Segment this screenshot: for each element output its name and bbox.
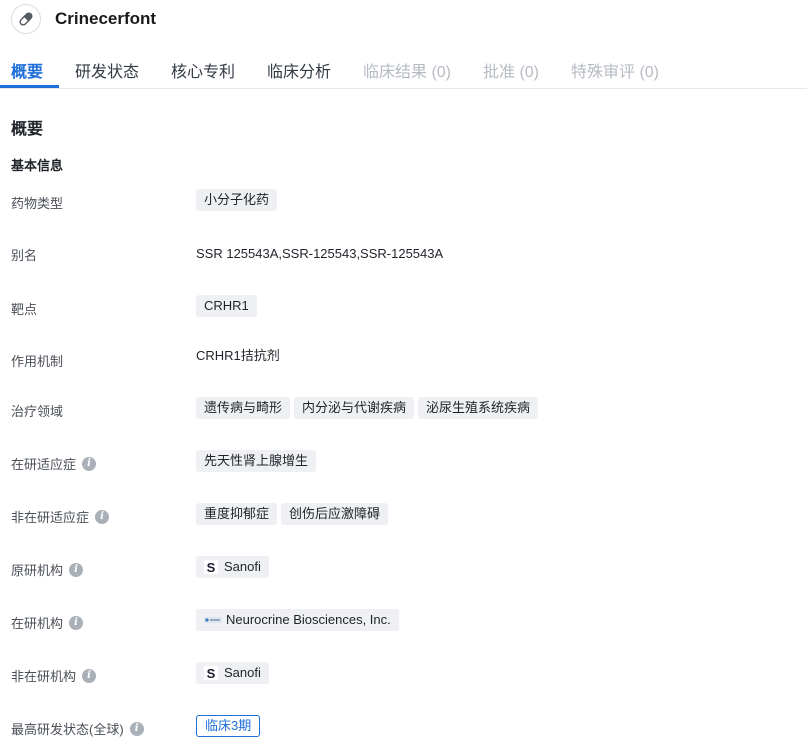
drug-header: Crinecerfont	[0, 0, 807, 40]
field-label: 原研机构 i	[11, 560, 84, 579]
row-target: 靶点 CRHR1	[0, 295, 807, 321]
field-label: 非在研适应症 i	[11, 507, 110, 526]
info-icon[interactable]: i	[129, 721, 144, 736]
field-label-text: 在研机构	[11, 616, 64, 631]
row-active-org: 在研机构 i Neurocrine Biosciences, Inc.	[0, 609, 807, 635]
tag-drug-type[interactable]: 小分子化药	[196, 189, 278, 211]
tag-indication[interactable]: 先天性肾上腺增生	[196, 450, 317, 472]
tag-therapeutic-area[interactable]: 泌尿生殖系统疾病	[418, 397, 539, 419]
sanofi-logo-icon: S	[204, 666, 218, 680]
tag-indication[interactable]: 创伤后应激障碍	[281, 503, 389, 525]
phase-badge[interactable]: 临床3期	[196, 715, 261, 737]
row-active-indications: 在研适应症 i 先天性肾上腺增生	[0, 450, 807, 476]
field-label: 在研适应症 i	[11, 454, 97, 473]
org-name: Sanofi	[224, 559, 261, 574]
field-label: 别名	[11, 248, 38, 263]
tab-core-patents[interactable]: 核心专利	[171, 58, 235, 82]
svg-text:S: S	[207, 666, 216, 680]
active-tab-indicator	[0, 85, 59, 88]
tab-development-status[interactable]: 研发状态	[75, 58, 139, 82]
section-title: 概要	[11, 121, 44, 138]
field-label: 在研机构 i	[11, 613, 84, 632]
field-label: 非在研机构 i	[11, 666, 97, 685]
row-aliases: 别名 SSR 125543A,SSR-125543,SSR-125543A	[0, 243, 807, 269]
svg-text:S: S	[207, 560, 216, 574]
field-label: 药物类型	[11, 196, 64, 211]
mechanism-value: CRHR1拮抗剂	[196, 348, 280, 363]
tab-overview[interactable]: 概要	[11, 58, 43, 82]
row-inactive-org: 非在研机构 i S Sanofi	[0, 662, 807, 688]
row-mechanism: 作用机制 CRHR1拮抗剂	[0, 345, 807, 371]
aliases-value: SSR 125543A,SSR-125543,SSR-125543A	[196, 246, 444, 261]
sanofi-logo-icon: S	[204, 560, 218, 574]
subsection-title: 基本信息	[11, 158, 64, 173]
info-icon[interactable]: i	[95, 509, 110, 524]
info-icon[interactable]: i	[69, 562, 84, 577]
tag-indication[interactable]: 重度抑郁症	[196, 503, 278, 525]
org-tag[interactable]: S Sanofi	[196, 556, 269, 578]
tab-clinical-results[interactable]: 临床结果 (0)	[363, 58, 451, 82]
row-highest-phase: 最高研发状态(全球) i 临床3期	[0, 715, 807, 741]
tag-therapeutic-area[interactable]: 内分泌与代谢疾病	[294, 397, 415, 419]
row-originator: 原研机构 i S Sanofi	[0, 556, 807, 582]
tab-approvals[interactable]: 批准 (0)	[483, 58, 539, 82]
pill-icon	[11, 4, 41, 34]
tag-target[interactable]: CRHR1	[196, 295, 257, 317]
row-therapeutic-areas: 治疗领域 遗传病与畸形 内分泌与代谢疾病 泌尿生殖系统疾病	[0, 397, 807, 423]
neurocrine-logo-icon	[204, 613, 222, 627]
tab-special-review[interactable]: 特殊审评 (0)	[571, 58, 659, 82]
info-icon[interactable]: i	[82, 456, 97, 471]
field-label: 最高研发状态(全球) i	[11, 719, 144, 738]
org-name: Sanofi	[224, 665, 261, 680]
org-tag[interactable]: S Sanofi	[196, 662, 269, 684]
field-label-text: 在研适应症	[11, 457, 77, 472]
row-drug-type: 药物类型 小分子化药	[0, 189, 807, 215]
tab-bar: 概要 研发状态 核心专利 临床分析 临床结果 (0) 批准 (0) 特殊审评 (…	[0, 48, 807, 89]
org-name: Neurocrine Biosciences, Inc.	[226, 612, 391, 627]
field-label-text: 最高研发状态(全球)	[11, 722, 124, 737]
field-label: 作用机制	[11, 354, 64, 369]
field-label: 靶点	[11, 302, 38, 317]
field-label-text: 非在研适应症	[11, 510, 90, 525]
tab-clinical-analysis[interactable]: 临床分析	[267, 58, 331, 82]
drug-title: Crinecerfont	[55, 9, 157, 28]
field-label: 治疗领域	[11, 404, 64, 419]
field-label-text: 非在研机构	[11, 669, 77, 684]
info-icon[interactable]: i	[69, 615, 84, 630]
org-tag[interactable]: Neurocrine Biosciences, Inc.	[196, 609, 399, 631]
row-inactive-indications: 非在研适应症 i 重度抑郁症 创伤后应激障碍	[0, 503, 807, 529]
info-icon[interactable]: i	[82, 668, 97, 683]
tag-therapeutic-area[interactable]: 遗传病与畸形	[196, 397, 291, 419]
field-label-text: 原研机构	[11, 563, 64, 578]
